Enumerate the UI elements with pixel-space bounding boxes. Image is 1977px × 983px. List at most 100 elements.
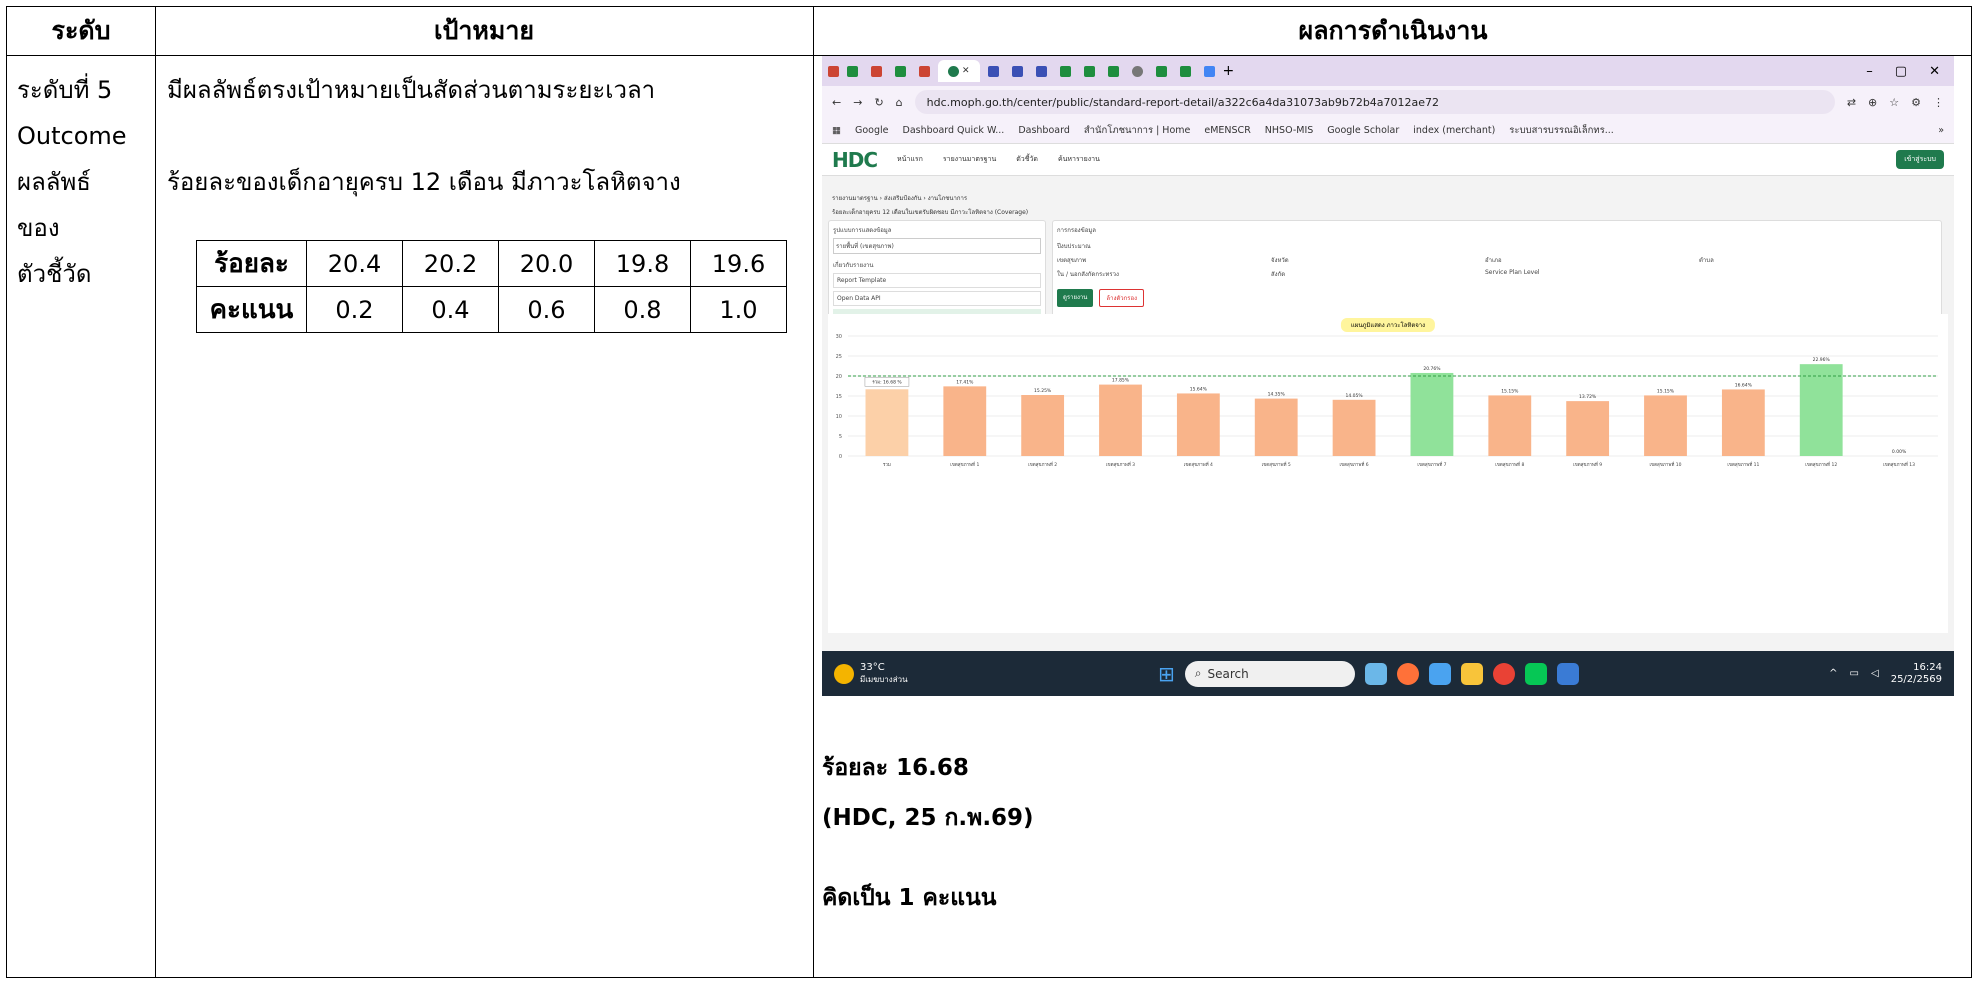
browser-tab[interactable] (1079, 60, 1100, 82)
network-icon[interactable]: ▭ (1850, 668, 1859, 679)
url-field[interactable]: hdc.moph.go.th/center/public/standard-re… (914, 90, 1835, 114)
browser-tab[interactable] (1007, 60, 1028, 82)
filter-label: ใน / นอกสังกัดกระทรวง (1057, 271, 1119, 278)
desktop-icon[interactable] (1428, 662, 1451, 685)
table-cell: 20.2 (402, 240, 499, 287)
browser-tab[interactable] (842, 60, 863, 82)
embedded-screenshot: ✕ + – ▢ ✕ ← → ↻ ⌂ hdc.moph.go.th/center/… (822, 56, 1954, 696)
browser-tab[interactable] (1151, 60, 1172, 82)
browser-tab-bar: ✕ + – ▢ ✕ (822, 56, 1954, 86)
bookmark-item[interactable]: ระบบสารบรรณอิเล็กทร... (1509, 123, 1614, 138)
result-value: ร้อยละ 16.68 (822, 755, 969, 781)
back-icon[interactable]: ← (832, 96, 841, 109)
x-tick-label: เขตสุขภาพที่ 5 (1262, 461, 1291, 468)
close-window-icon[interactable]: ✕ (1929, 64, 1940, 79)
firefox-icon[interactable] (1396, 662, 1419, 685)
bookmark-item[interactable]: NHSO-MIS (1265, 125, 1313, 136)
level-line: Outcome (17, 122, 127, 150)
target-line-1: มีผลลัพธ์ตรงเป้าหมายเป็นสัดส่วนตามระยะเว… (167, 76, 656, 104)
speaker-icon[interactable]: ◁ (1871, 668, 1879, 679)
bar (1021, 395, 1065, 456)
zoom-icon[interactable]: ⊕ (1868, 96, 1877, 109)
clock-time[interactable]: 16:24 (1891, 662, 1942, 674)
view-report-button[interactable]: ดูรายงาน (1057, 289, 1094, 307)
report-template-link[interactable]: Report Template (833, 273, 1041, 288)
clear-filter-button[interactable]: ล้างตัวกรอง (1099, 289, 1145, 307)
browser-tab[interactable] (1103, 60, 1124, 82)
bookmark-item[interactable]: index (merchant) (1413, 125, 1495, 136)
column-divider (813, 7, 814, 977)
bookmark-item[interactable]: Dashboard (1018, 125, 1070, 136)
x-tick-label: เขตสุขภาพที่ 3 (1106, 461, 1135, 468)
tray-chevron-icon[interactable]: ^ (1829, 668, 1837, 679)
weather-temp[interactable]: 33°C (860, 662, 908, 674)
breadcrumb: รายงานมาตรฐาน › ส่งเสริมป้องกัน › งานโภช… (832, 195, 968, 202)
nav-search[interactable]: ค้นหารายงาน (1058, 154, 1100, 165)
chrome-icon[interactable] (1492, 662, 1515, 685)
x-tick-label: เขตสุขภาพที่ 6 (1340, 461, 1369, 468)
home-icon[interactable]: ⌂ (896, 96, 903, 109)
data-label: 15.25% (1034, 388, 1052, 394)
windows-start-icon[interactable]: ⊞ (1158, 662, 1175, 686)
bar (1099, 384, 1142, 456)
table-cell: 0.6 (498, 286, 595, 333)
nav-indicator[interactable]: ตัวชี้วัด (1016, 154, 1038, 165)
close-icon[interactable]: ✕ (962, 66, 970, 76)
filter-label: ปีงบประมาณ (1057, 243, 1091, 250)
browser-tab[interactable] (914, 60, 935, 82)
browser-tab[interactable] (890, 60, 911, 82)
minimize-icon[interactable]: – (1866, 64, 1873, 79)
bar (1566, 401, 1610, 456)
bookmark-item[interactable]: Google Scholar (1327, 125, 1399, 136)
extension-icon[interactable]: ⚙ (1911, 96, 1921, 109)
nav-home[interactable]: หน้าแรก (897, 154, 923, 165)
bookmark-item[interactable]: สำนักโภชนาการ | Home (1084, 123, 1191, 138)
line-icon[interactable] (1524, 662, 1547, 685)
filter-label: Service Plan Level (1485, 269, 1540, 276)
nav-standard-report[interactable]: รายงานมาตรฐาน (943, 154, 996, 165)
table-cell: 19.8 (594, 240, 691, 287)
x-tick-label: เขตสุขภาพที่ 2 (1028, 461, 1057, 468)
data-label: 16.64% (1735, 382, 1753, 388)
restore-icon[interactable]: ▢ (1895, 64, 1907, 79)
windows-taskbar: 33°C มีเมฆบางส่วน ⊞ ⌕ Search ^ ▭ ◁ 16:24 … (822, 651, 1954, 696)
file-explorer-icon[interactable] (1460, 662, 1483, 685)
new-tab-icon[interactable]: + (1223, 63, 1235, 79)
browser-tab[interactable] (1175, 60, 1196, 82)
forward-icon[interactable]: → (853, 96, 862, 109)
bookmark-item[interactable]: Google (855, 125, 889, 136)
bar (1644, 395, 1687, 456)
bookmark-item[interactable]: Dashboard Quick W... (903, 125, 1005, 136)
browser-tab[interactable] (1199, 60, 1220, 82)
level-line: ผลลัพธ์ (17, 168, 91, 196)
browser-tab[interactable] (1031, 60, 1052, 82)
open-data-api-link[interactable]: Open Data API (833, 291, 1041, 306)
login-button[interactable]: เข้าสู่ระบบ (1896, 150, 1944, 169)
app-icon[interactable] (1556, 662, 1579, 685)
widgets-icon[interactable] (1364, 662, 1387, 685)
filter-label: จังหวัด (1271, 257, 1289, 264)
bar (1410, 372, 1454, 456)
bookmark-star-icon[interactable]: ☆ (1889, 96, 1899, 109)
bar (1488, 395, 1532, 456)
clock-date[interactable]: 25/2/2569 (1891, 674, 1942, 686)
browser-tab-active[interactable]: ✕ (938, 60, 980, 82)
display-mode-select[interactable]: รายพื้นที่ (เขตสุขภาพ) (833, 238, 1041, 254)
translate-icon[interactable]: ⇄ (1847, 96, 1856, 109)
bar (1332, 399, 1376, 456)
x-tick-label: เขตสุขภาพที่ 9 (1573, 461, 1602, 468)
bar (865, 389, 909, 456)
taskbar-search[interactable]: ⌕ Search (1184, 660, 1355, 687)
browser-tab[interactable] (983, 60, 1004, 82)
hdc-logo[interactable]: HDC (832, 148, 878, 172)
table-cell: 19.6 (690, 240, 787, 287)
browser-tab[interactable] (866, 60, 887, 82)
panel-heading: รูปแบบการแสดงข้อมูล (833, 227, 892, 234)
data-label: 17.85% (1112, 378, 1130, 384)
reload-icon[interactable]: ↻ (874, 96, 883, 109)
apps-icon[interactable]: ▦ (832, 125, 841, 136)
browser-tab[interactable] (1055, 60, 1076, 82)
browser-tab[interactable] (1127, 60, 1148, 82)
menu-icon[interactable]: ⋮ (1933, 96, 1944, 109)
bookmark-item[interactable]: eMENSCR (1204, 125, 1250, 136)
